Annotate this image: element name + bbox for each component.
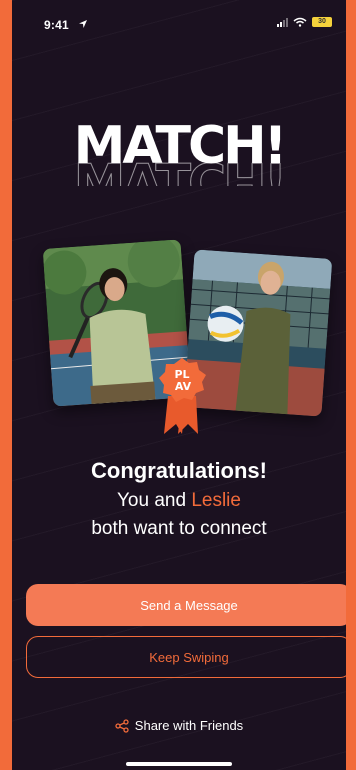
keep-swiping-label: Keep Swiping [149, 649, 229, 665]
match-name: Leslie [191, 490, 241, 511]
send-message-button[interactable]: Send a Message [26, 584, 346, 626]
app-badge-icon: PL AV [159, 358, 206, 434]
share-with-friends-link[interactable]: Share with Friends [12, 718, 346, 733]
connect-line-1: You and Leslie [12, 490, 346, 512]
connect-prefix: You and [117, 490, 192, 511]
battery-level: 30 [318, 18, 326, 25]
location-arrow-icon [79, 20, 87, 28]
battery-icon: 30 [312, 17, 332, 27]
match-screen: 9:41 30 MATCH! MATCH! PL AV Congratulati… [12, 0, 346, 770]
share-label: Share with Friends [134, 718, 244, 733]
home-indicator[interactable] [126, 762, 232, 766]
connect-line-2: both want to connect [91, 518, 267, 539]
congrats-title: Congratulations! [91, 458, 267, 483]
status-bar: 9:41 30 [12, 0, 346, 44]
match-headline-echo: MATCH! [73, 156, 288, 186]
status-time: 9:41 [44, 18, 69, 32]
share-icon [115, 718, 129, 733]
wifi-icon [293, 17, 307, 27]
signal-icon [277, 17, 288, 27]
keep-swiping-button[interactable]: Keep Swiping [26, 636, 346, 678]
send-message-label: Send a Message [140, 597, 238, 613]
badge-text-2: AV [175, 380, 192, 393]
status-icons: 30 [277, 17, 332, 27]
